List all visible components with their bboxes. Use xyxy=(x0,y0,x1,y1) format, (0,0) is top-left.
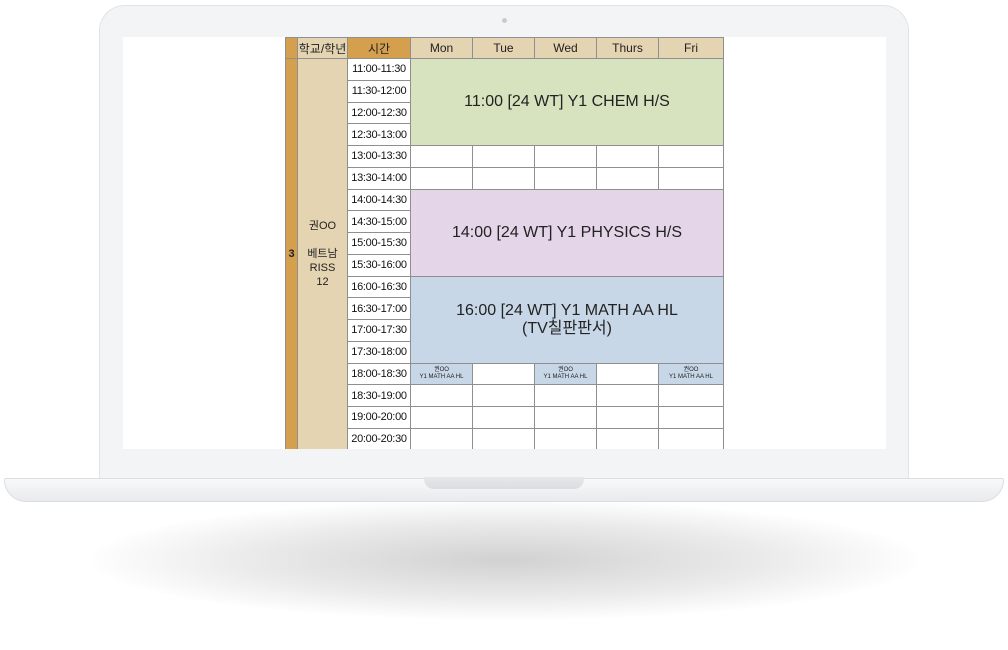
time-slot: 11:30-12:00 xyxy=(347,79,411,103)
header-mon: Mon xyxy=(410,37,473,59)
mini-session-course: Y1 MATH AA HL xyxy=(419,373,464,380)
laptop-notch xyxy=(424,477,584,489)
empty-cell[interactable] xyxy=(410,145,473,168)
time-slot: 18:30-19:00 xyxy=(347,384,411,407)
empty-cell[interactable] xyxy=(410,384,473,407)
empty-cell[interactable] xyxy=(472,145,535,168)
table-row: 18:30-19:00 xyxy=(286,384,724,407)
class-block-math[interactable]: 16:00 [24 WT] Y1 MATH AA HL (TV칠판판서) xyxy=(410,275,724,364)
time-slot: 18:00-18:30 xyxy=(347,362,411,386)
mini-session-name: 권OO xyxy=(558,366,573,373)
empty-cell[interactable] xyxy=(410,427,473,449)
laptop-shadow xyxy=(90,500,920,620)
time-slot: 19:00-20:00 xyxy=(347,406,411,429)
empty-cell[interactable] xyxy=(410,406,473,429)
mini-session-name: 권OO xyxy=(434,366,449,373)
header-stripe xyxy=(285,37,298,59)
empty-cell[interactable] xyxy=(472,406,535,429)
table-row: 19:00-20:00 xyxy=(286,406,724,429)
empty-cell[interactable] xyxy=(596,427,659,449)
empty-cell[interactable] xyxy=(658,145,724,168)
student-name: 권OO xyxy=(308,220,337,233)
header-row: 학교/학년 시간 Mon Tue Wed Thurs Fri xyxy=(285,37,724,59)
table-row: 20:00-20:30 xyxy=(286,427,724,449)
math-note: (TV칠판판서) xyxy=(522,319,612,337)
header-thurs: Thurs xyxy=(596,37,659,59)
empty-cell[interactable] xyxy=(658,166,724,190)
mini-session-name: 권OO xyxy=(683,366,699,373)
empty-cell[interactable] xyxy=(534,406,597,429)
table-row: 18:00-18:30 권OO Y1 MATH AA HL 권OO Y1 MAT… xyxy=(286,362,724,386)
table-row: 13:00-13:30 xyxy=(286,145,724,168)
empty-cell[interactable] xyxy=(472,384,535,407)
student-school: 베트남 RISS xyxy=(307,248,338,275)
empty-cell[interactable] xyxy=(534,145,597,168)
time-slot: 13:00-13:30 xyxy=(347,145,411,168)
time-slot: 17:00-17:30 xyxy=(347,319,411,342)
empty-cell[interactable] xyxy=(534,166,597,190)
class-block-physics[interactable]: 14:00 [24 WT] Y1 PHYSICS H/S xyxy=(410,188,724,277)
mini-session-wed[interactable]: 권OO Y1 MATH AA HL xyxy=(534,362,597,386)
mini-session-fri[interactable]: 권OO Y1 MATH AA HL xyxy=(658,362,724,386)
empty-cell[interactable] xyxy=(658,427,724,449)
math-title: 16:00 [24 WT] Y1 MATH AA HL xyxy=(456,301,678,319)
student-info: 권OO 베트남 RISS 12 xyxy=(297,58,348,449)
timetable: 학교/학년 시간 Mon Tue Wed Thurs Fri 3 권OO 베트남… xyxy=(285,37,724,449)
time-slot: 15:30-16:00 xyxy=(347,253,411,277)
header-time: 시간 xyxy=(347,37,411,59)
empty-cell[interactable] xyxy=(596,166,659,190)
student-grade: 12 xyxy=(316,276,329,289)
time-slot: 12:00-12:30 xyxy=(347,101,411,125)
time-slot: 14:30-15:00 xyxy=(347,210,411,233)
class-block-chem[interactable]: 11:00 [24 WT] Y1 CHEM H/S xyxy=(410,58,724,146)
laptop-screen: 학교/학년 시간 Mon Tue Wed Thurs Fri 3 권OO 베트남… xyxy=(123,37,886,449)
time-slot: 17:30-18:00 xyxy=(347,340,411,364)
table-row: 3 권OO 베트남 RISS 12 11:00-11:30 11:00 [24 … xyxy=(285,58,724,449)
table-row: 13:30-14:00 xyxy=(286,166,724,190)
empty-cell[interactable] xyxy=(534,384,597,407)
empty-cell[interactable] xyxy=(472,427,535,449)
time-slot: 14:00-14:30 xyxy=(347,188,411,212)
table-row: 16:00-16:30 16:00 [24 WT] Y1 MATH AA HL … xyxy=(286,275,724,364)
empty-cell[interactable] xyxy=(596,384,659,407)
empty-cell[interactable] xyxy=(658,406,724,429)
time-slot: 16:30-17:00 xyxy=(347,297,411,320)
time-slot: 11:00-11:30 xyxy=(347,58,411,81)
time-slot: 13:30-14:00 xyxy=(347,166,411,190)
row-number: 3 xyxy=(285,58,298,449)
empty-cell[interactable] xyxy=(596,362,659,386)
empty-cell[interactable] xyxy=(534,427,597,449)
mini-session-course: Y1 MATH AA HL xyxy=(543,373,588,380)
empty-cell[interactable] xyxy=(596,406,659,429)
empty-cell[interactable] xyxy=(658,384,724,407)
time-slot: 20:00-20:30 xyxy=(347,427,411,449)
header-school-grade: 학교/학년 xyxy=(297,37,348,59)
time-slot: 15:00-15:30 xyxy=(347,232,411,255)
header-fri: Fri xyxy=(658,37,724,59)
time-slot: 16:00-16:30 xyxy=(347,275,411,299)
mini-session-course: Y1 MATH AA HL xyxy=(669,373,713,380)
webcam-icon xyxy=(502,18,507,23)
mini-session-mon[interactable]: 권OO Y1 MATH AA HL xyxy=(410,362,473,386)
empty-cell[interactable] xyxy=(472,362,535,386)
table-row: 14:00-14:30 14:00 [24 WT] Y1 PHYSICS H/S xyxy=(286,188,724,277)
empty-cell[interactable] xyxy=(472,166,535,190)
header-wed: Wed xyxy=(534,37,597,59)
empty-cell[interactable] xyxy=(410,166,473,190)
empty-cell[interactable] xyxy=(596,145,659,168)
time-slot: 12:30-13:00 xyxy=(347,123,411,146)
header-tue: Tue xyxy=(472,37,535,59)
